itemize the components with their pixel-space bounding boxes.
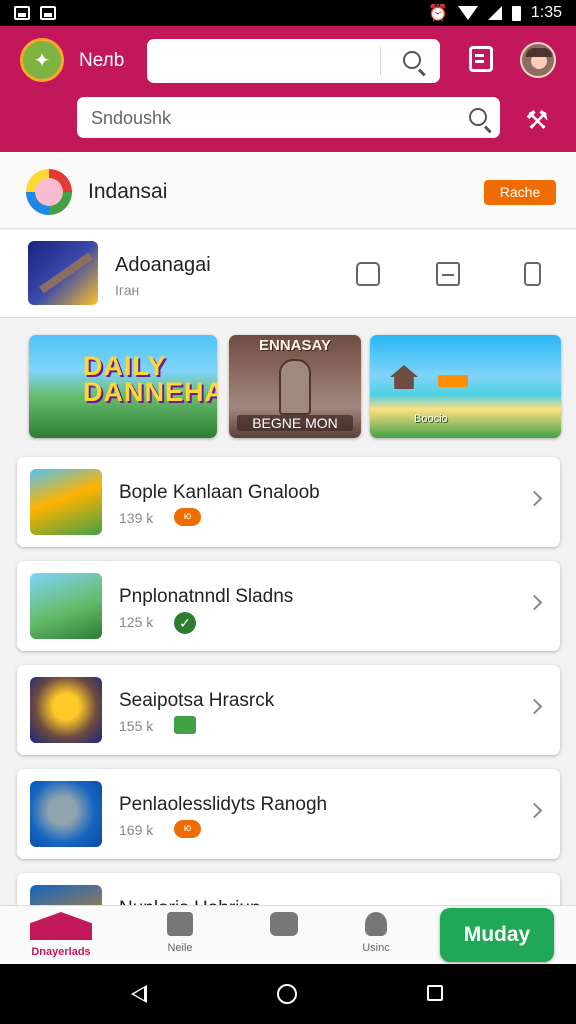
chevron-right-icon[interactable] bbox=[526, 490, 543, 507]
featured-app-subtitle: Iган bbox=[115, 282, 140, 298]
banner-title: DAILY DANNEHA bbox=[83, 351, 217, 407]
home-icon bbox=[30, 912, 92, 940]
search-divider bbox=[380, 47, 381, 75]
game-thumbnail bbox=[30, 469, 102, 535]
nav-label: Neile bbox=[167, 942, 193, 954]
app-screen: ⏰ 1:35 ✦ Nелb ⚒ Indansai Rache Adoanagai… bbox=[0, 0, 576, 1024]
top-search-field[interactable] bbox=[147, 39, 440, 83]
game-thumbnail bbox=[30, 573, 102, 639]
download-count: 155 k bbox=[119, 718, 154, 734]
banner-subtitle: Boocio bbox=[414, 413, 448, 425]
check-icon: ✓ bbox=[174, 612, 196, 634]
gallery-notification-icon bbox=[14, 6, 30, 20]
game-title: Bople Kanlaan Gnaloob bbox=[119, 482, 320, 503]
status-bar: ⏰ 1:35 bbox=[0, 0, 576, 26]
nav-label: Usinc bbox=[362, 942, 390, 954]
nav-item-downloads[interactable]: Dnayerlads bbox=[16, 912, 106, 958]
download-count: 125 k bbox=[119, 614, 154, 630]
alarm-icon: ⏰ bbox=[427, 5, 448, 22]
battery-icon bbox=[511, 5, 521, 21]
status-badge: ю bbox=[174, 508, 201, 526]
person-icon bbox=[365, 912, 387, 936]
featured-app-thumbnail bbox=[28, 241, 98, 305]
home-circle-icon[interactable] bbox=[277, 984, 297, 1004]
search-bar[interactable] bbox=[77, 97, 500, 138]
list-item[interactable]: Penlaolesslidyts Ranogh 169 k ю bbox=[17, 769, 560, 859]
game-title: Pnplonatnndl Sladns bbox=[119, 586, 294, 607]
app-logo-icon[interactable]: ✦ bbox=[20, 38, 64, 82]
account-avatar bbox=[26, 169, 72, 215]
bag-icon bbox=[167, 912, 193, 936]
game-title: Penlaolesslidyts Ranogh bbox=[119, 794, 328, 815]
user-avatar[interactable] bbox=[520, 42, 556, 78]
chevron-right-icon[interactable] bbox=[526, 698, 543, 715]
banner-sign bbox=[438, 375, 468, 387]
banner-subtitle: BEGNE MON bbox=[237, 415, 353, 431]
banner-adventure[interactable]: ENNASAY BEGNE MON bbox=[229, 335, 361, 438]
chart-icon[interactable] bbox=[436, 262, 460, 286]
phone-icon[interactable] bbox=[524, 262, 541, 286]
nav-item-profile[interactable]: Usinc bbox=[331, 912, 421, 954]
photo-notification-icon bbox=[40, 6, 56, 20]
search-icon[interactable] bbox=[469, 108, 487, 126]
featured-app-title: Adoanagai bbox=[115, 254, 211, 276]
banner-beach[interactable]: Boocio bbox=[370, 335, 561, 438]
download-count: 169 k bbox=[119, 822, 154, 838]
nav-item-camera[interactable] bbox=[239, 912, 329, 942]
list-item[interactable]: Bople Kanlaan Gnaloob 139 k ю bbox=[17, 457, 560, 547]
notes-icon[interactable] bbox=[469, 46, 493, 72]
bag-icon[interactable] bbox=[356, 262, 380, 286]
chevron-right-icon[interactable] bbox=[526, 802, 543, 819]
camera-icon bbox=[270, 912, 298, 936]
game-thumbnail bbox=[30, 781, 102, 847]
account-row[interactable]: Indansai Rache bbox=[0, 152, 576, 229]
wifi-icon bbox=[457, 6, 478, 20]
tools-icon[interactable]: ⚒ bbox=[523, 106, 551, 134]
primary-cta-button[interactable]: Muday bbox=[440, 908, 554, 962]
banner-character bbox=[279, 359, 311, 415]
featured-app-row[interactable]: Adoanagai Iган bbox=[0, 230, 576, 318]
banner-title: ENNASAY bbox=[259, 337, 331, 354]
game-thumbnail bbox=[30, 677, 102, 743]
banner-daily[interactable]: DAILY DANNEHA bbox=[29, 335, 217, 438]
list-item[interactable]: Seaipotsa Hrasrck 155 k bbox=[17, 665, 560, 755]
download-count: 139 k bbox=[119, 510, 154, 526]
banner-hut bbox=[390, 365, 418, 389]
shopping-bag-icon bbox=[174, 716, 196, 734]
chevron-right-icon[interactable] bbox=[526, 594, 543, 611]
signal-icon bbox=[487, 6, 502, 20]
nav-label: Dnayerlads bbox=[31, 946, 91, 958]
app-name: Nелb bbox=[79, 50, 125, 71]
app-header: ✦ Nелb ⚒ bbox=[0, 26, 576, 152]
status-badge: ю bbox=[174, 820, 201, 838]
system-navigation-bar bbox=[0, 964, 576, 1024]
back-icon[interactable] bbox=[131, 985, 147, 1003]
search-icon[interactable] bbox=[403, 51, 421, 69]
account-name: Indansai bbox=[88, 180, 168, 203]
search-input[interactable] bbox=[91, 105, 441, 131]
account-action-badge[interactable]: Rache bbox=[484, 180, 556, 205]
list-item[interactable]: Pnplonatnndl Sladns 125 k ✓ bbox=[17, 561, 560, 651]
game-title: Seaipotsa Hrasrck bbox=[119, 690, 275, 711]
recent-apps-icon[interactable] bbox=[427, 985, 443, 1001]
status-time: 1:35 bbox=[530, 4, 562, 21]
nav-item-bag[interactable]: Neile bbox=[135, 912, 225, 954]
